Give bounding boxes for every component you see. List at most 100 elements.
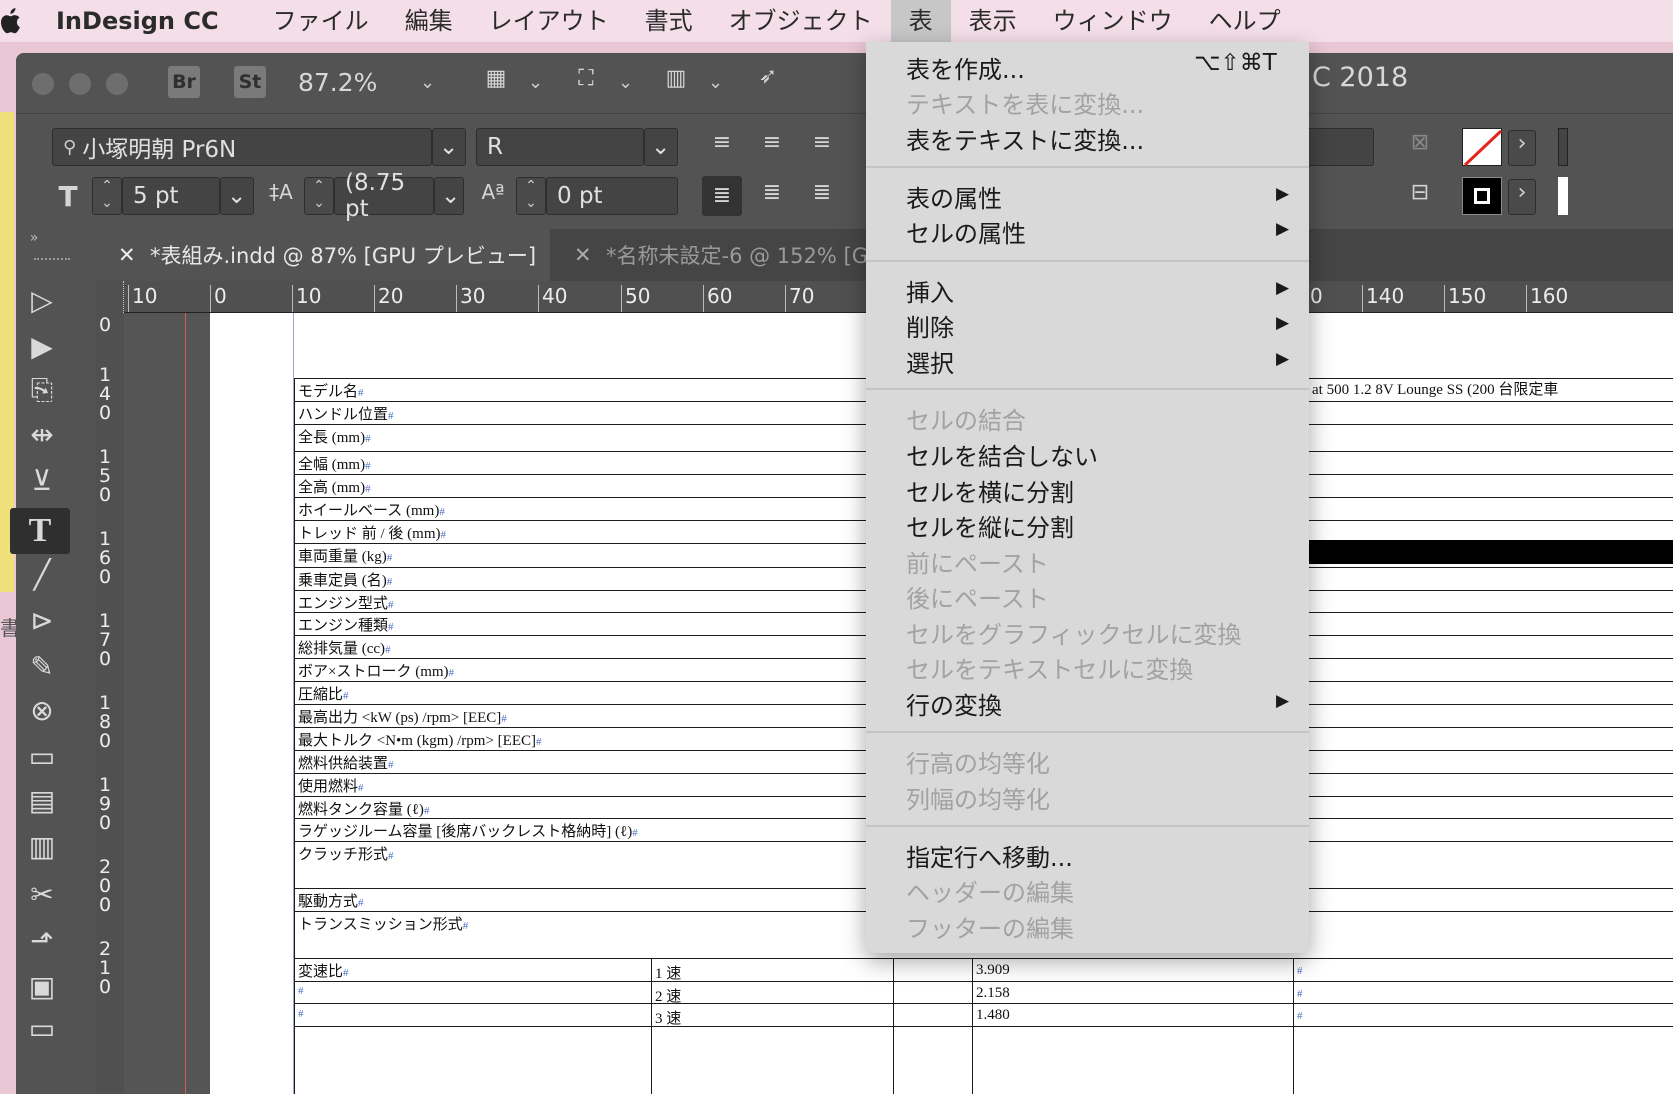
panel-grip[interactable] (34, 258, 70, 264)
menu-item[interactable]: 表の属性 (906, 179, 1002, 214)
table-row[interactable] (294, 1026, 1673, 1027)
apple-icon[interactable] (0, 0, 26, 42)
page-tool-icon[interactable]: ⎘ (24, 372, 60, 408)
table-row[interactable]: 変速比# (294, 958, 1673, 980)
menu-edit[interactable]: 編集 (387, 0, 471, 42)
fill-none-swatch[interactable] (1462, 128, 1503, 167)
font-size-stepper[interactable]: ⌃ ⌄ (92, 177, 122, 215)
gap-tool-icon[interactable]: ⇹ (24, 416, 60, 452)
screen-mode-icon[interactable]: ⛶ (568, 66, 604, 91)
rectangle-frame-tool-icon[interactable]: ⊗ (24, 692, 60, 728)
stock-button[interactable]: St (234, 66, 266, 98)
gear-cell[interactable]: 3 速 (655, 1007, 681, 1028)
menu-item[interactable]: 指定行へ移動... (906, 838, 1073, 873)
gear-cell[interactable]: 1 速 (655, 962, 681, 983)
right-panel-field[interactable] (1300, 128, 1374, 166)
tab-document-2[interactable]: *名称未設定-6 @ 152% [GP (606, 229, 868, 281)
zoom-dropdown-icon[interactable]: ⌄ (420, 72, 435, 93)
font-style-field[interactable]: R (476, 128, 644, 166)
menu-item[interactable]: セルの属性 (906, 214, 1026, 249)
menu-item[interactable]: セルを縦に分割 (906, 508, 1074, 543)
ruler-h-label: 60 (707, 284, 733, 308)
menu-item[interactable]: 選択 (906, 344, 954, 379)
tab-document-1[interactable]: *表組み.indd @ 87% [GPU プレビュー] (150, 229, 536, 281)
font-style-dropdown[interactable]: ⌄ (644, 128, 678, 166)
menu-table[interactable]: 表 (890, 0, 951, 42)
tracking-field[interactable]: 0 pt (546, 177, 678, 215)
align-right-icon[interactable]: ≡ (804, 130, 840, 155)
menu-layout[interactable]: レイアウト (471, 0, 627, 42)
expand-panel-icon[interactable]: » (22, 230, 46, 246)
publish-online-icon[interactable]: ➶ (750, 64, 786, 89)
menu-item[interactable]: 挿入 (906, 273, 954, 308)
leading-dropdown[interactable]: ⌄ (434, 177, 464, 215)
pencil-tool-icon[interactable]: ✎ (24, 648, 60, 684)
type-tool-icon[interactable]: T (10, 508, 70, 554)
table-cell-peek[interactable]: at 500 1.2 8V Lounge SS (200 台限定車 (1312, 378, 1558, 399)
rectangle-tool-icon[interactable]: ▭ (24, 738, 60, 774)
arrange-documents-chevron-icon[interactable]: ⌄ (708, 72, 723, 93)
leading-stepper[interactable]: ⌃ ⌄ (304, 177, 334, 215)
leading-field[interactable]: (8.75 pt (334, 170, 434, 222)
align-left-icon[interactable]: ≡ (704, 130, 740, 155)
table-row[interactable] (294, 981, 1673, 982)
menu-file[interactable]: ファイル (255, 0, 387, 42)
font-size-dropdown[interactable]: ⌄ (220, 177, 254, 215)
app-name[interactable]: InDesign CC (56, 7, 219, 35)
justify-left-icon[interactable]: ≣ (702, 176, 742, 216)
menu-item[interactable]: 表をテキストに変換... (906, 121, 1144, 156)
ratio-cell[interactable]: 3.909 (976, 962, 1010, 979)
justify-center-icon[interactable]: ≣ (754, 180, 790, 205)
ratio-cell[interactable]: 2.158 (976, 985, 1010, 1002)
ruler-h-label: 30 (460, 284, 486, 308)
arrange-documents-icon[interactable]: ▥ (658, 66, 694, 91)
table-row[interactable] (294, 1003, 1673, 1004)
table-cell-label: 燃料供給装置# (298, 756, 394, 772)
menu-help[interactable]: ヘルプ (1191, 0, 1299, 42)
stroke-swatch[interactable] (1462, 177, 1502, 215)
direct-selection-tool-icon[interactable]: ▶ (24, 328, 60, 364)
menu-window[interactable]: ウィンドウ (1035, 0, 1191, 42)
menu-item[interactable]: 行の変換 (906, 686, 1002, 721)
menu-object[interactable]: オブジェクト (711, 0, 891, 42)
chevron-right-icon[interactable]: › (1508, 130, 1536, 166)
chevron-right-icon-2[interactable]: › (1508, 179, 1536, 215)
ratio-cell[interactable]: 1.480 (976, 1007, 1010, 1024)
selection-tool-icon[interactable]: ▷ (24, 282, 60, 318)
font-family-field[interactable]: ⚲ 小塚明朝 Pr6N (52, 128, 432, 166)
vertical-table-icon[interactable]: ▥ (24, 828, 60, 864)
scissors-tool-icon[interactable]: ✂ (24, 876, 60, 912)
tracking-stepper[interactable]: ⌃ ⌄ (516, 177, 546, 215)
align-center-icon[interactable]: ≡ (754, 130, 790, 155)
table-tool-icon[interactable]: ▤ (24, 782, 60, 818)
font-size-field[interactable]: 5 pt (122, 177, 220, 215)
close-window-button[interactable] (32, 73, 54, 95)
leading-icon: ‡A (269, 180, 293, 204)
stroke-cross-icon[interactable]: ⊠ (1402, 130, 1438, 155)
menu-item[interactable]: セルを結合しない (906, 437, 1098, 472)
menu-view[interactable]: 表示 (951, 0, 1035, 42)
ruler-origin[interactable] (96, 281, 124, 313)
pen-tool-icon[interactable]: ⊳ (24, 602, 60, 638)
menu-item[interactable]: セルを横に分割 (906, 473, 1074, 508)
tab-close-icon-2[interactable]: ✕ (574, 229, 592, 281)
table-row-icon[interactable]: ⊟ (1402, 180, 1438, 205)
gradient-tool-icon[interactable]: ▣ (24, 968, 60, 1004)
font-family-dropdown[interactable]: ⌄ (432, 128, 466, 166)
zoom-window-button[interactable] (106, 73, 128, 95)
minimize-window-button[interactable] (69, 73, 91, 95)
menu-type[interactable]: 書式 (627, 0, 711, 42)
menu-item[interactable]: 表を作成... (906, 50, 1025, 85)
line-tool-icon[interactable]: ╱ (24, 556, 60, 592)
content-collector-icon[interactable]: ⊻ (24, 462, 60, 498)
gradient-feather-tool-icon[interactable]: ▭ (24, 1010, 60, 1046)
justify-all-icon[interactable]: ≣ (804, 180, 840, 205)
view-options-icon[interactable]: ▦ (478, 66, 514, 91)
view-options-chevron-icon[interactable]: ⌄ (528, 72, 543, 93)
bridge-button[interactable]: Br (168, 66, 200, 98)
tab-close-icon[interactable]: ✕ (118, 229, 136, 281)
screen-mode-chevron-icon[interactable]: ⌄ (618, 72, 633, 93)
menu-item[interactable]: 削除 (906, 308, 954, 343)
zoom-level[interactable]: 87.2% (298, 68, 377, 97)
free-transform-tool-icon[interactable]: ⬏ (24, 922, 60, 958)
